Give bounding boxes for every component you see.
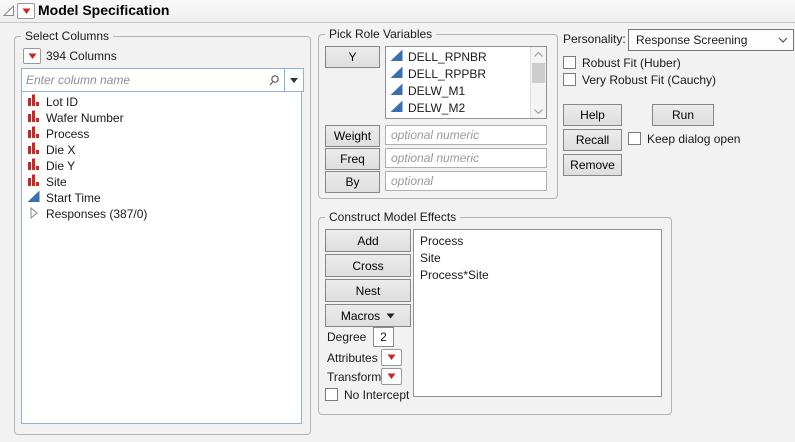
nest-button[interactable]: Nest [325,279,411,302]
column-list-item[interactable]: Process [22,126,301,142]
personality-dropdown[interactable]: Response Screening [628,29,794,51]
transform-red-triangle-button[interactable] [381,368,402,385]
page-title: Model Specification [38,2,169,18]
weight-field-box [385,125,547,145]
column-list-item[interactable]: Die X [22,142,301,158]
column-list-item[interactable]: Responses (387/0) [22,206,301,222]
continuous-column-icon [27,190,40,206]
very-robust-fit-checkbox[interactable] [563,73,576,86]
scroll-up-icon[interactable] [531,47,546,61]
model-specification-dialog: { "header": { "title": "Model Specificat… [0,0,795,442]
freq-input[interactable] [386,149,546,167]
transform-label: Transform [327,370,381,384]
model-effects-list: Process Site Process*Site [413,229,662,397]
y-role-button[interactable]: Y [325,46,380,68]
continuous-column-icon [390,83,403,99]
personality-value: Response Screening [629,33,773,47]
no-intercept-checkbox[interactable] [325,388,338,401]
nominal-column-icon [27,142,40,158]
by-role-button[interactable]: By [325,171,380,193]
chevron-down-icon [773,37,793,43]
y-list-item[interactable]: DELL_RPNBR [386,48,546,65]
red-triangle-icon [28,53,37,60]
construct-model-effects-legend: Construct Model Effects [325,210,460,224]
pick-role-variables-panel: Pick Role Variables Y DELL_RPNBR DELL_RP… [318,34,558,199]
continuous-column-icon [390,49,403,65]
continuous-column-icon [390,100,403,116]
nominal-column-icon [27,158,40,174]
keep-dialog-open-checkbox[interactable] [628,132,641,145]
nominal-column-icon [27,110,40,126]
by-input[interactable] [386,172,546,190]
macros-button[interactable]: Macros [325,304,411,327]
columns-red-triangle-button[interactable] [23,48,41,64]
keep-dialog-open-label: Keep dialog open [647,132,740,146]
column-list-item[interactable]: Lot ID [22,94,301,110]
personality-label: Personality: [563,32,626,46]
nominal-column-icon [27,174,40,190]
attributes-label: Attributes [327,351,378,365]
columns-count-label: 394 Columns [46,49,117,63]
degree-label: Degree [327,330,366,344]
effect-item[interactable]: Site [414,249,661,266]
select-columns-legend: Select Columns [21,29,113,43]
disclosure-triangle-icon[interactable] [27,206,40,222]
continuous-column-icon [390,66,403,82]
column-list: Lot ID Wafer Number Process Die X Die Y … [21,91,302,424]
red-triangle-icon [22,8,31,15]
red-triangle-icon [387,373,396,380]
cross-button[interactable]: Cross [325,254,411,277]
y-variables-list: DELL_RPNBR DELL_RPPBR DELW_M1 DELW_M2 [385,46,547,119]
nominal-column-icon [27,94,40,110]
very-robust-fit-label: Very Robust Fit (Cauchy) [582,73,716,87]
attributes-red-triangle-button[interactable] [381,349,402,366]
pick-role-variables-legend: Pick Role Variables [325,27,436,41]
column-list-item[interactable]: Site [22,174,301,190]
recall-button[interactable]: Recall [563,129,622,151]
search-options-dropdown[interactable] [284,69,303,91]
search-icon[interactable] [264,74,284,87]
select-columns-panel: Select Columns 394 Columns Lot ID Wafer … [14,36,311,435]
outline-title-bar: Model Specification [0,0,795,23]
effect-item[interactable]: Process*Site [414,266,661,283]
column-list-item[interactable]: Wafer Number [22,110,301,126]
scrollbar-thumb[interactable] [532,63,545,83]
robust-fit-checkbox[interactable] [563,56,576,69]
red-triangle-menu-button[interactable] [17,3,35,19]
red-triangle-icon [387,354,396,361]
y-list-item[interactable]: DELL_RPPBR [386,65,546,82]
construct-model-effects-panel: Construct Model Effects Add Cross Nest M… [318,217,672,415]
no-intercept-label: No Intercept [344,388,409,402]
run-button[interactable]: Run [652,104,714,126]
y-list-item[interactable]: DELW_M1 [386,82,546,99]
weight-role-button[interactable]: Weight [325,125,380,147]
freq-field-box [385,148,547,168]
column-list-item[interactable]: Start Time [22,190,301,206]
degree-input[interactable]: 2 [373,327,394,347]
nominal-column-icon [27,126,40,142]
column-search-box [21,68,304,92]
by-field-box [385,171,547,191]
scroll-down-icon[interactable] [531,104,546,118]
robust-fit-label: Robust Fit (Huber) [582,56,681,70]
column-search-input[interactable] [22,73,264,87]
column-list-item[interactable]: Die Y [22,158,301,174]
add-button[interactable]: Add [325,229,411,252]
freq-role-button[interactable]: Freq [325,148,380,170]
remove-button[interactable]: Remove [563,154,622,176]
chevron-down-icon [290,78,298,83]
weight-input[interactable] [386,126,546,144]
y-list-item[interactable]: DELW_M2 [386,99,546,116]
dropdown-triangle-icon [386,313,395,319]
effect-item[interactable]: Process [414,232,661,249]
y-list-scrollbar[interactable] [530,47,546,118]
help-button[interactable]: Help [563,104,622,126]
outline-disclosure-icon[interactable] [3,5,15,17]
